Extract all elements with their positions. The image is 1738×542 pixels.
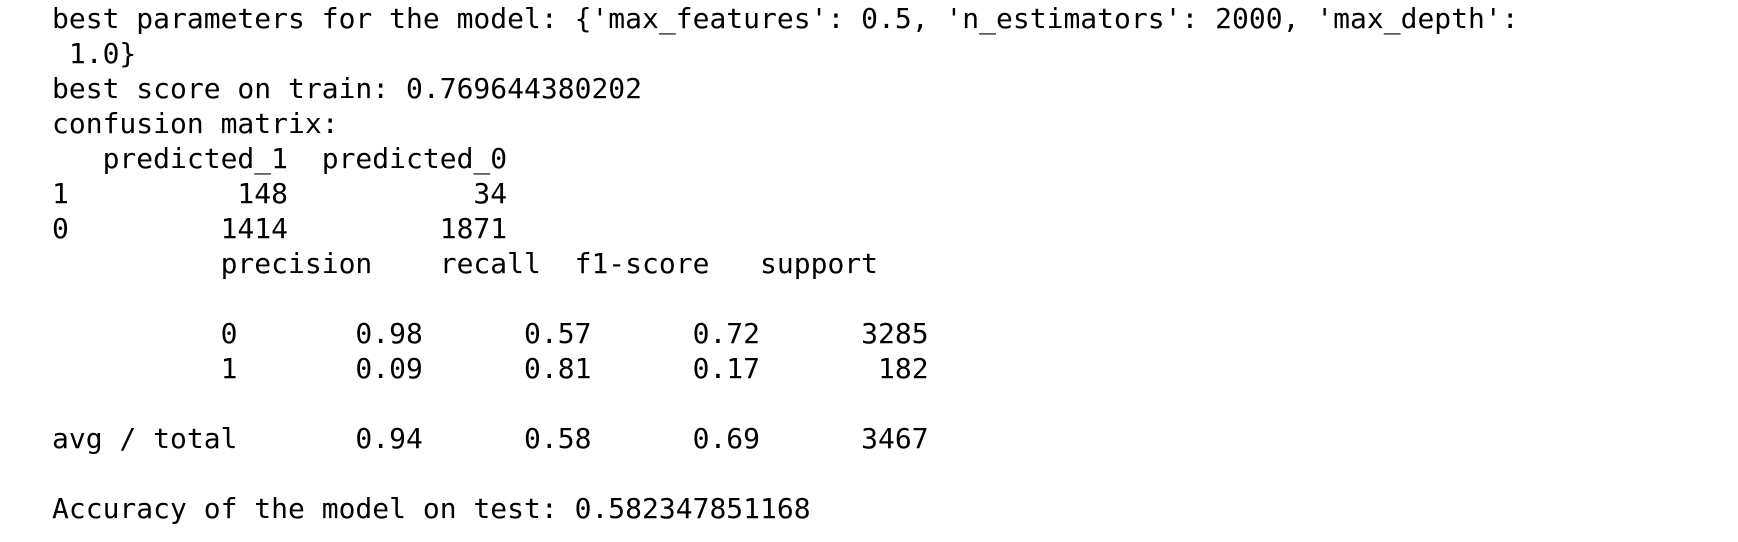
best-parameters-line: best parameters for the model: {'max_fea…	[52, 2, 1519, 35]
confusion-matrix-header: predicted_1 predicted_0	[52, 142, 508, 175]
console-output: best parameters for the model: {'max_fea…	[52, 1, 1519, 526]
classification-report-row-0: 0 0.98 0.57 0.72 3285	[52, 317, 929, 350]
confusion-matrix-row-0: 0 1414 1871	[52, 212, 508, 245]
classification-report-avg-total: avg / total 0.94 0.58 0.69 3467	[52, 422, 929, 455]
confusion-matrix-label: confusion matrix:	[52, 107, 339, 140]
best-parameters-continuation: 1.0}	[52, 37, 137, 70]
classification-report-row-1: 1 0.09 0.81 0.17 182	[52, 352, 929, 385]
confusion-matrix-row-1: 1 148 34	[52, 177, 508, 210]
classification-report-header: precision recall f1-score support	[52, 247, 879, 280]
best-score-line: best score on train: 0.769644380202	[52, 72, 643, 105]
accuracy-line: Accuracy of the model on test: 0.5823478…	[52, 492, 811, 525]
